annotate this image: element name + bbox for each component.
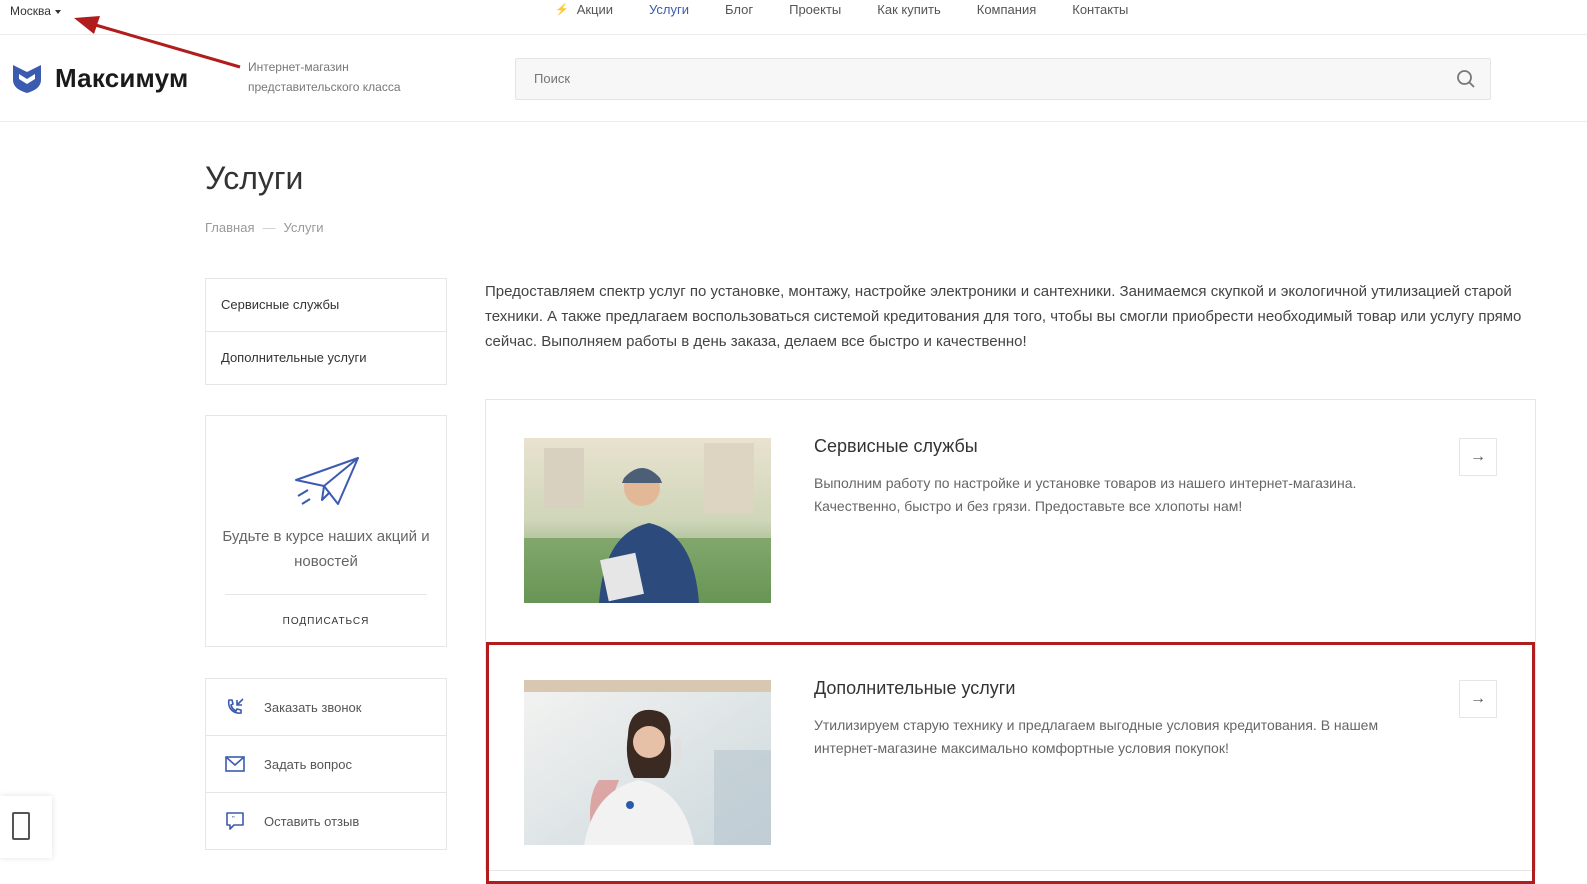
leave-review-link[interactable]: ” Оставить отзыв xyxy=(206,793,446,849)
logo[interactable]: Максимум xyxy=(11,62,188,94)
nav-label: Как купить xyxy=(877,2,941,17)
envelope-icon xyxy=(206,756,264,772)
nav-promotions[interactable]: ⚡ Акции xyxy=(555,2,613,17)
logo-shield-icon xyxy=(13,65,41,93)
nav-contacts[interactable]: Контакты xyxy=(1072,2,1128,17)
paper-plane-icon xyxy=(295,457,359,505)
sidebar-actions: Заказать звонок Задать вопрос ” Оставить… xyxy=(205,678,447,850)
subscribe-block: Будьте в курсе наших акций и новостей ПО… xyxy=(205,415,447,647)
nav-label: Проекты xyxy=(789,2,842,17)
breadcrumb-separator: — xyxy=(262,220,276,235)
nav-label: Контакты xyxy=(1072,2,1129,17)
nav-services[interactable]: Услуги xyxy=(649,2,689,17)
service-photo-technician xyxy=(524,438,771,603)
service-description: Утилизируем старую технику и предлагаем … xyxy=(814,717,1379,756)
top-nav: ⚡ Акции Услуги Блог Проекты Как купить Ко… xyxy=(555,2,1164,17)
mobile-phone-widget[interactable] xyxy=(0,796,52,858)
service-title[interactable]: Сервисные службы xyxy=(814,436,978,457)
services-list: Сервисные службы Выполним работу по наст… xyxy=(485,399,1536,884)
mobile-phone-icon xyxy=(12,812,30,840)
search-input[interactable] xyxy=(532,70,1386,87)
phone-callback-icon xyxy=(206,697,264,717)
services-intro: Предоставляем спектр услуг по установке,… xyxy=(485,283,1522,350)
service-card-additional-services[interactable]: Дополнительные услуги Утилизируем старую… xyxy=(486,642,1535,884)
search-box[interactable] xyxy=(515,58,1491,100)
service-title[interactable]: Дополнительные услуги xyxy=(814,678,1015,699)
arrow-right-icon[interactable]: → xyxy=(1459,438,1497,476)
action-label: Задать вопрос xyxy=(264,756,352,772)
sidebar-item-additional-services[interactable]: Дополнительные услуги xyxy=(206,332,446,384)
service-card-service-departments[interactable]: Сервисные службы Выполним работу по наст… xyxy=(486,400,1535,642)
bolt-icon: ⚡ xyxy=(555,4,569,16)
nav-how-to-buy[interactable]: Как купить xyxy=(877,2,940,17)
review-chat-icon: ” xyxy=(206,811,264,831)
action-label: Заказать звонок xyxy=(264,699,362,715)
search-icon[interactable] xyxy=(1456,69,1476,89)
nav-label: Блог xyxy=(725,2,754,17)
nav-label: Компания xyxy=(976,2,1037,17)
nav-label: Акции xyxy=(576,2,614,17)
nav-projects[interactable]: Проекты xyxy=(789,2,841,17)
subscribe-button[interactable]: ПОДПИСАТЬСЯ xyxy=(206,616,446,627)
service-description: Выполним работу по настройке и установке… xyxy=(814,475,1357,514)
sidebar-item-service-departments[interactable]: Сервисные службы xyxy=(206,279,446,332)
breadcrumb-current: Услуги xyxy=(283,220,324,235)
breadcrumb: Главная — Услуги xyxy=(205,220,323,235)
divider xyxy=(225,594,427,595)
breadcrumb-home[interactable]: Главная xyxy=(205,220,254,235)
sidebar-menu: Сервисные службы Дополнительные услуги xyxy=(205,278,447,385)
page-title: Услуги xyxy=(205,160,304,196)
logo-text: Максимум xyxy=(55,62,189,93)
tagline: Интернет-магазин представительского клас… xyxy=(248,60,401,94)
subscribe-text: Будьте в курсе наших акций и новостей xyxy=(222,528,430,570)
nav-company[interactable]: Компания xyxy=(977,2,1037,17)
service-photo-operator xyxy=(524,680,771,845)
nav-label: Услуги xyxy=(649,2,690,17)
ask-question-link[interactable]: Задать вопрос xyxy=(206,736,446,793)
action-label: Оставить отзыв xyxy=(264,813,360,829)
svg-text:”: ” xyxy=(232,815,235,824)
nav-blog[interactable]: Блог xyxy=(725,2,753,17)
arrow-right-icon[interactable]: → xyxy=(1459,680,1497,718)
site-header: Максимум Интернет-магазин представительс… xyxy=(0,35,1587,122)
order-call-link[interactable]: Заказать звонок xyxy=(206,679,446,736)
